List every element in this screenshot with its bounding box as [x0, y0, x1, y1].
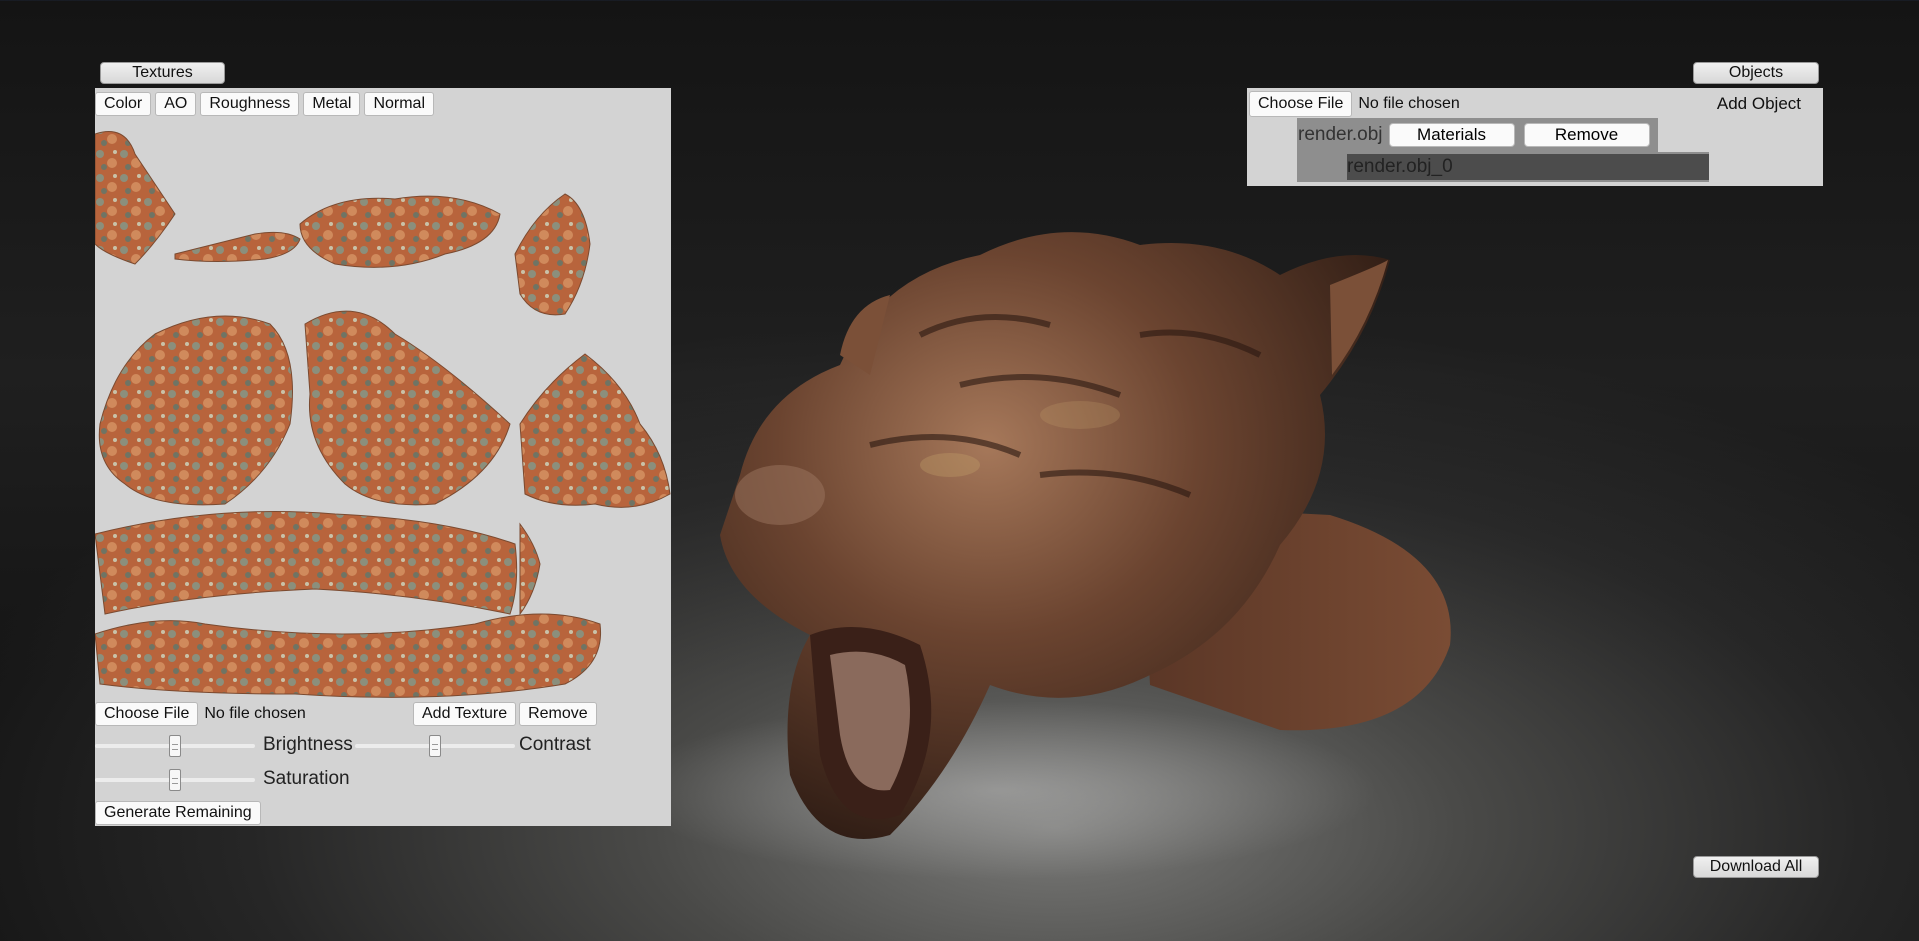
textures-header-button[interactable]: Textures [100, 62, 225, 84]
object-row[interactable]: render.obj Materials Remove [1297, 118, 1658, 152]
contrast-slider-thumb[interactable] [429, 735, 441, 757]
brightness-slider[interactable] [95, 735, 255, 757]
add-texture-button[interactable]: Add Texture [413, 702, 517, 726]
texture-preview [95, 124, 671, 784]
object-choose-file-button[interactable]: Choose File [1249, 91, 1353, 117]
tab-color[interactable]: Color [95, 92, 152, 116]
generate-remaining-button[interactable]: Generate Remaining [95, 801, 261, 825]
material-item[interactable]: render.obj_0 [1347, 154, 1709, 180]
material-list: render.obj_0 [1297, 152, 1709, 182]
materials-button[interactable]: Materials [1388, 123, 1515, 147]
texture-file-status: No file chosen [204, 705, 306, 722]
textures-panel: Color AO Roughness Metal Normal Choose F… [95, 88, 671, 826]
texture-tabs: Color AO Roughness Metal Normal [95, 92, 434, 116]
download-all-button[interactable]: Download All [1693, 856, 1819, 878]
tab-roughness[interactable]: Roughness [200, 92, 300, 116]
brightness-label: Brightness [263, 734, 353, 755]
texture-choose-file-button[interactable]: Choose File [95, 702, 199, 726]
tab-metal[interactable]: Metal [303, 92, 361, 116]
objects-header-button[interactable]: Objects [1693, 62, 1819, 84]
add-object-button[interactable]: Add Object [1717, 94, 1801, 114]
brightness-slider-thumb[interactable] [169, 735, 181, 757]
saturation-slider[interactable] [95, 769, 255, 791]
object-name: render.obj [1298, 124, 1383, 145]
3d-viewport-model[interactable] [720, 215, 1480, 895]
tab-normal[interactable]: Normal [364, 92, 434, 116]
remove-texture-button[interactable]: Remove [519, 702, 597, 726]
remove-object-button[interactable]: Remove [1523, 123, 1650, 147]
contrast-slider[interactable] [355, 735, 515, 757]
saturation-slider-thumb[interactable] [169, 769, 181, 791]
object-file-status: No file chosen [1358, 95, 1460, 112]
saturation-label: Saturation [263, 768, 350, 789]
contrast-label: Contrast [519, 734, 591, 755]
tab-ao[interactable]: AO [155, 92, 197, 116]
objects-panel: Choose File No file chosen Add Object re… [1247, 88, 1823, 186]
